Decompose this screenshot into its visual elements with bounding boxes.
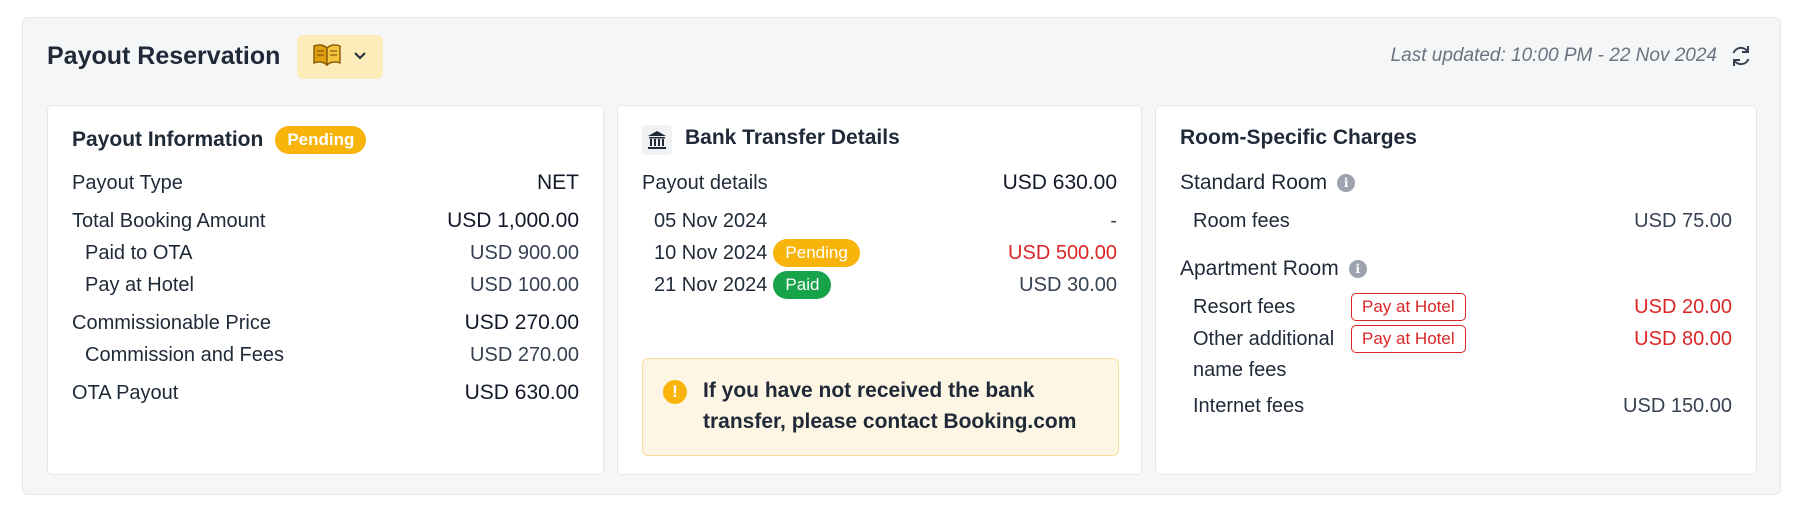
open-book-icon [313,43,341,71]
transfer-date: 05 Nov 2024 [654,209,768,232]
pay-at-hotel-tag: Pay at Hotel [1351,293,1466,321]
room-name: Apartment Room i [1180,254,1367,284]
transfer-row: 10 Nov 2024 Pending USD 500.00 [654,238,1117,268]
info-icon[interactable]: i [1337,174,1356,192]
row-label: Commission and Fees [85,343,284,366]
fee-label: Internet fees [1193,395,1305,417]
transfer-date: 10 Nov 2024 [654,241,768,264]
payout-type-row: Payout Type NET [72,168,579,198]
bank-transfer-card: Bank Transfer Details Payout details USD… [617,105,1142,475]
fee-value: USD 20.00 [1634,296,1732,318]
commissionable-price-row: Commissionable Price USD 270.00 [72,308,579,338]
refresh-icon[interactable] [1728,43,1754,69]
transfer-amount: - [1110,209,1117,232]
paid-to-ota-row: Paid to OTA USD 900.00 [85,238,579,268]
info-icon[interactable]: i [1348,260,1367,278]
row-value: USD 630.00 [464,381,579,404]
row-value: USD 630.00 [1002,171,1117,194]
status-badge: Paid [773,271,832,299]
row-value: USD 100.00 [470,273,579,296]
fee-value: USD 80.00 [1634,328,1732,350]
fee-value: USD 75.00 [1634,210,1732,232]
room-name-label: Apartment Room [1180,257,1339,280]
transfer-row: 05 Nov 2024 - [654,206,1117,236]
page-title: Payout Reservation [47,42,281,70]
row-label: Commissionable Price [72,311,271,334]
commission-fees-row: Commission and Fees USD 270.00 [85,340,579,370]
card-title: Bank Transfer Details [685,126,900,149]
row-value: USD 270.00 [464,311,579,334]
last-updated-text: Last updated: 10:00 PM - 22 Nov 2024 [1390,45,1717,66]
transfer-row: 21 Nov 2024 Paid USD 30.00 [654,270,1117,300]
room-name: Standard Room i [1180,168,1356,198]
transfer-amount: USD 500.00 [1008,241,1117,264]
payout-information-card: Payout Information Pending Payout Type N… [47,105,604,475]
row-label: Total Booking Amount [72,209,266,232]
status-badge: Pending [773,239,860,267]
card-title: Room-Specific Charges [1180,126,1417,149]
total-booking-row: Total Booking Amount USD 1,000.00 [72,206,579,236]
row-label: Payout Type [72,171,183,194]
row-label: Pay at Hotel [85,273,194,296]
exclamation-icon: ! [663,380,687,404]
row-label: OTA Payout [72,381,179,404]
alert-message: If you have not received the bank transf… [703,379,1077,433]
card-title: Payout Information [72,128,264,151]
status-badge: Pending [275,126,367,154]
pay-at-hotel-row: Pay at Hotel USD 100.00 [85,270,579,300]
row-value: USD 1,000.00 [447,209,579,232]
payout-details-row: Payout details USD 630.00 [642,168,1117,198]
row-label: Payout details [642,171,768,194]
transfer-date: 21 Nov 2024 [654,273,768,296]
ota-payout-row: OTA Payout USD 630.00 [72,378,579,408]
row-value: USD 900.00 [470,241,579,264]
book-dropdown-button[interactable] [297,35,383,79]
transfer-amount: USD 30.00 [1019,273,1117,296]
room-name-label: Standard Room [1180,171,1328,194]
payout-reservation-panel: Payout Reservation Last updated: 10:00 P… [22,17,1781,495]
row-label: Paid to OTA [85,241,193,264]
fee-value: USD 150.00 [1623,395,1732,417]
fee-label: Other additional name fees [1193,328,1335,381]
chevron-down-icon [353,48,367,66]
fee-label: Room fees [1193,210,1290,232]
bank-icon [642,125,672,155]
room-charges-card: Room-Specific Charges Standard Room i Ro… [1155,105,1757,475]
row-value: USD 270.00 [470,343,579,366]
contact-alert: ! If you have not received the bank tran… [642,358,1119,456]
row-value: NET [537,171,579,194]
fee-label: Resort fees [1193,296,1296,318]
pay-at-hotel-tag: Pay at Hotel [1351,325,1466,353]
